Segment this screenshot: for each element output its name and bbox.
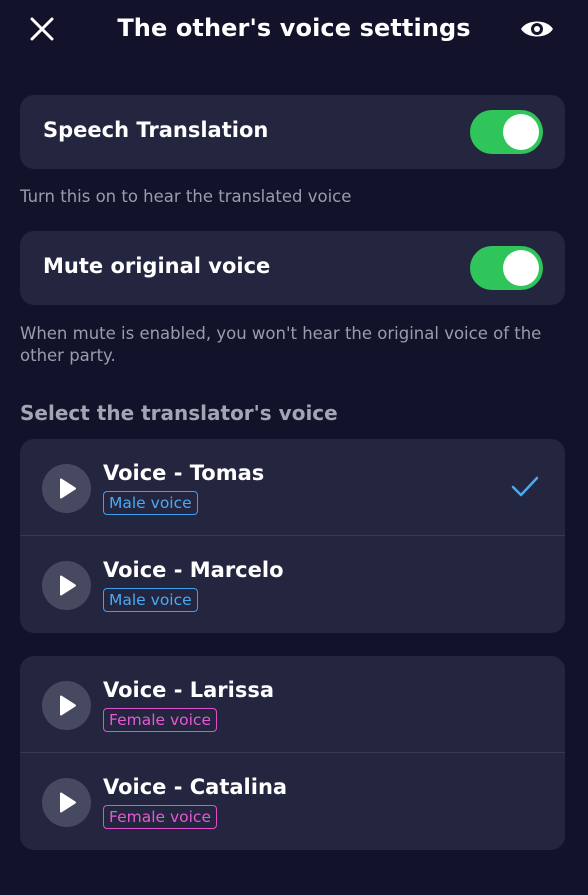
voice-item-catalina[interactable]: Voice - Catalina Female voice [20,752,565,849]
voice-gender-badge: Female voice [103,708,217,732]
toggle-knob [503,114,539,150]
toggle-knob [503,250,539,286]
voice-gender-badge: Female voice [103,805,217,829]
speech-translation-card: Speech Translation [20,95,565,169]
speech-translation-label: Speech Translation [43,118,269,142]
play-icon[interactable] [42,778,91,827]
voice-name: Voice - Catalina [103,775,288,799]
voice-gender-badge: Male voice [103,588,198,612]
page-title: The other's voice settings [117,14,471,42]
voice-name: Voice - Tomas [103,461,265,485]
play-icon[interactable] [42,681,91,730]
female-voices-list: Voice - Larissa Female voice Voice - Cat… [20,656,565,850]
voice-item-marcelo[interactable]: Voice - Marcelo Male voice [20,535,565,632]
eye-icon[interactable] [518,14,556,44]
voice-gender-badge: Male voice [103,491,198,515]
male-voices-list: Voice - Tomas Male voice Voice - Marcelo… [20,439,565,633]
speech-translation-hint: Turn this on to hear the translated voic… [20,187,352,206]
voice-item-larissa[interactable]: Voice - Larissa Female voice [20,656,565,753]
checkmark-icon [510,475,540,499]
mute-original-hint: When mute is enabled, you won't hear the… [20,324,542,365]
voice-name: Voice - Marcelo [103,558,284,582]
play-icon[interactable] [42,464,91,513]
mute-original-label: Mute original voice [43,254,271,278]
voice-section-title: Select the translator's voice [20,401,338,425]
header: The other's voice settings [0,0,588,60]
voice-settings-screen: The other's voice settings Speech Transl… [0,0,588,895]
speech-translation-toggle[interactable] [470,110,543,154]
mute-original-toggle[interactable] [470,246,543,290]
voice-name: Voice - Larissa [103,678,275,702]
mute-original-card: Mute original voice [20,231,565,305]
play-icon[interactable] [42,561,91,610]
voice-item-tomas[interactable]: Voice - Tomas Male voice [20,439,565,536]
